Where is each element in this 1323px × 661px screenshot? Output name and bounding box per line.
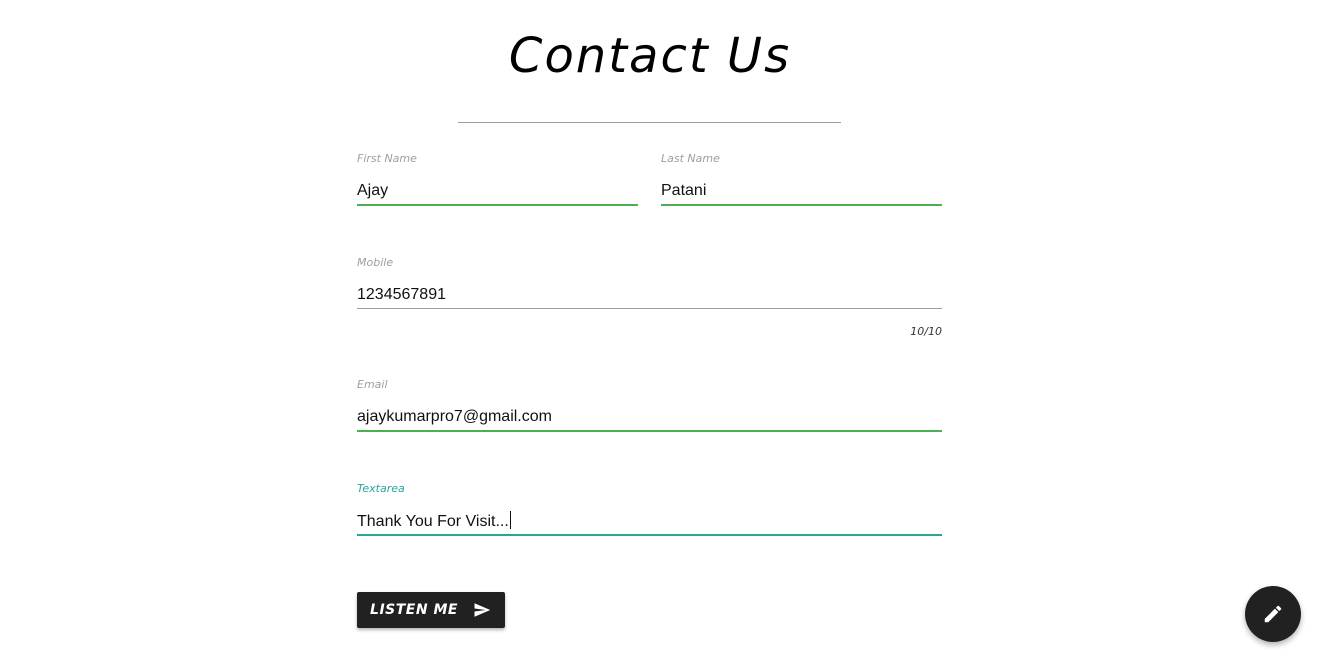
- title-divider: [458, 122, 841, 123]
- mobile-input[interactable]: 1234567891: [357, 285, 942, 305]
- email-label: Email: [357, 378, 388, 391]
- listen-me-label: LISTEN ME: [370, 602, 458, 618]
- contact-page: Contact Us First Name Ajay Last Name Pat…: [0, 0, 1323, 661]
- mobile-character-counter: 10/10: [910, 325, 942, 338]
- mobile-label: Mobile: [357, 256, 394, 269]
- send-icon: [472, 601, 492, 619]
- last-name-label: Last Name: [661, 152, 720, 165]
- first-name-input[interactable]: Ajay: [357, 181, 638, 201]
- edit-fab-button[interactable]: [1245, 586, 1301, 642]
- last-name-field[interactable]: Last Name Patani: [661, 152, 942, 206]
- pencil-icon: [1264, 605, 1282, 623]
- page-title: Contact Us: [508, 28, 792, 84]
- first-name-label: First Name: [357, 152, 417, 165]
- textarea-underline: [357, 534, 942, 536]
- textarea-input[interactable]: Thank You For Visit...: [357, 511, 942, 531]
- first-name-underline: [357, 204, 638, 206]
- last-name-underline: [661, 204, 942, 206]
- text-caret: [509, 511, 511, 529]
- first-name-field[interactable]: First Name Ajay: [357, 152, 638, 206]
- email-input[interactable]: ajaykumarpro7@gmail.com: [357, 407, 942, 427]
- email-field[interactable]: Email ajaykumarpro7@gmail.com: [357, 378, 942, 432]
- last-name-input[interactable]: Patani: [661, 181, 942, 201]
- textarea-field[interactable]: Textarea Thank You For Visit...: [357, 482, 942, 536]
- email-underline: [357, 430, 942, 432]
- mobile-underline: [357, 308, 942, 309]
- listen-me-button[interactable]: LISTEN ME: [357, 592, 505, 628]
- textarea-text: Thank You For Visit...: [357, 513, 509, 530]
- textarea-label: Textarea: [357, 482, 405, 495]
- mobile-field[interactable]: Mobile 1234567891: [357, 256, 942, 309]
